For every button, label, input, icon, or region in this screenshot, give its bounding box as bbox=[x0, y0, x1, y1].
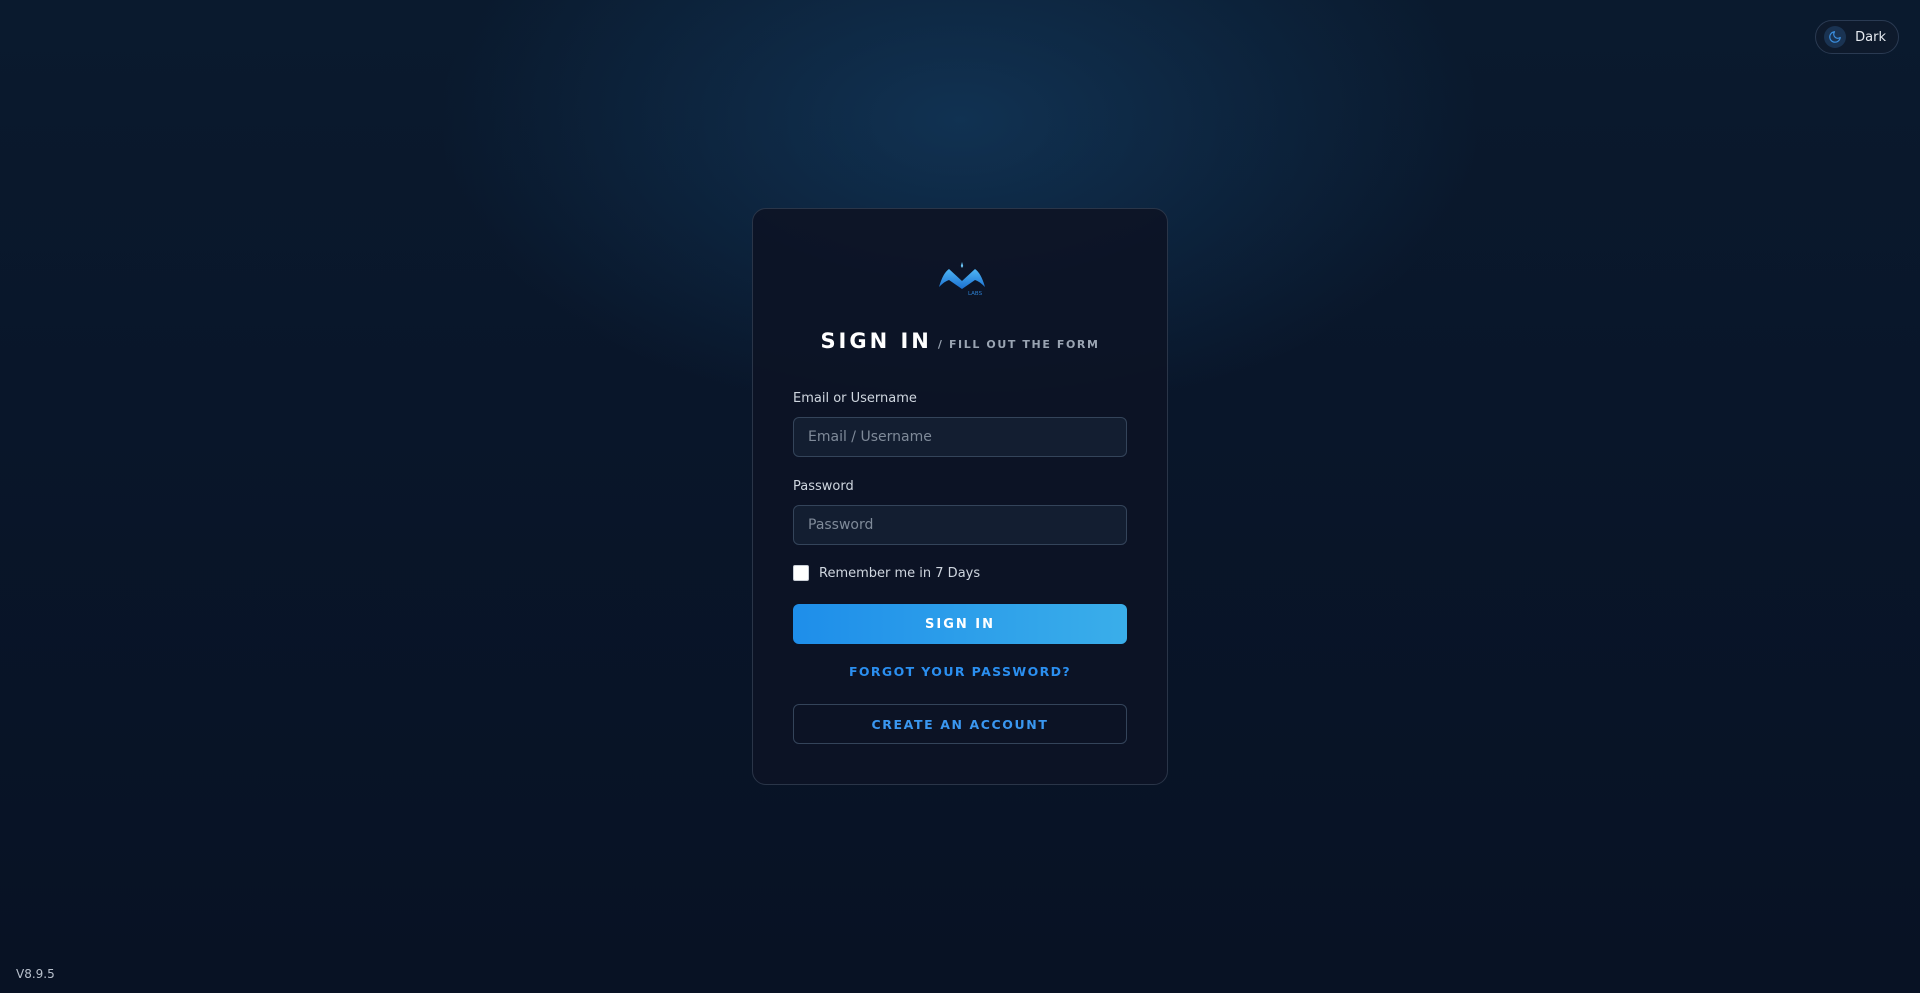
remember-me-label: Remember me in 7 Days bbox=[819, 565, 981, 581]
password-label: Password bbox=[793, 479, 854, 494]
email-input[interactable] bbox=[793, 417, 1127, 457]
theme-toggle-label: Dark bbox=[1855, 29, 1886, 45]
page-subtitle: / FILL OUT THE FORM bbox=[937, 338, 1100, 351]
remember-me-checkbox[interactable] bbox=[793, 565, 809, 581]
remember-me-row: Remember me in 7 Days bbox=[793, 565, 980, 581]
sign-in-card: LABS SIGN IN / FILL OUT THE FORM Email or… bbox=[752, 208, 1168, 785]
theme-toggle-button[interactable]: Dark bbox=[1815, 20, 1899, 54]
page-heading: SIGN IN / FILL OUT THE FORM bbox=[753, 329, 1167, 353]
version-label: V8.9.5 bbox=[16, 967, 55, 981]
logo-text: LABS bbox=[968, 291, 983, 297]
password-input[interactable] bbox=[793, 505, 1127, 545]
sign-in-button[interactable]: SIGN IN bbox=[793, 604, 1127, 644]
m-labs-logo: LABS bbox=[939, 262, 985, 297]
moon-icon bbox=[1824, 26, 1847, 48]
create-account-button[interactable]: CREATE AN ACCOUNT bbox=[793, 704, 1127, 744]
forgot-password-link[interactable]: FORGOT YOUR PASSWORD? bbox=[753, 664, 1167, 679]
page-title: SIGN IN bbox=[820, 329, 932, 353]
email-label: Email or Username bbox=[793, 391, 917, 406]
